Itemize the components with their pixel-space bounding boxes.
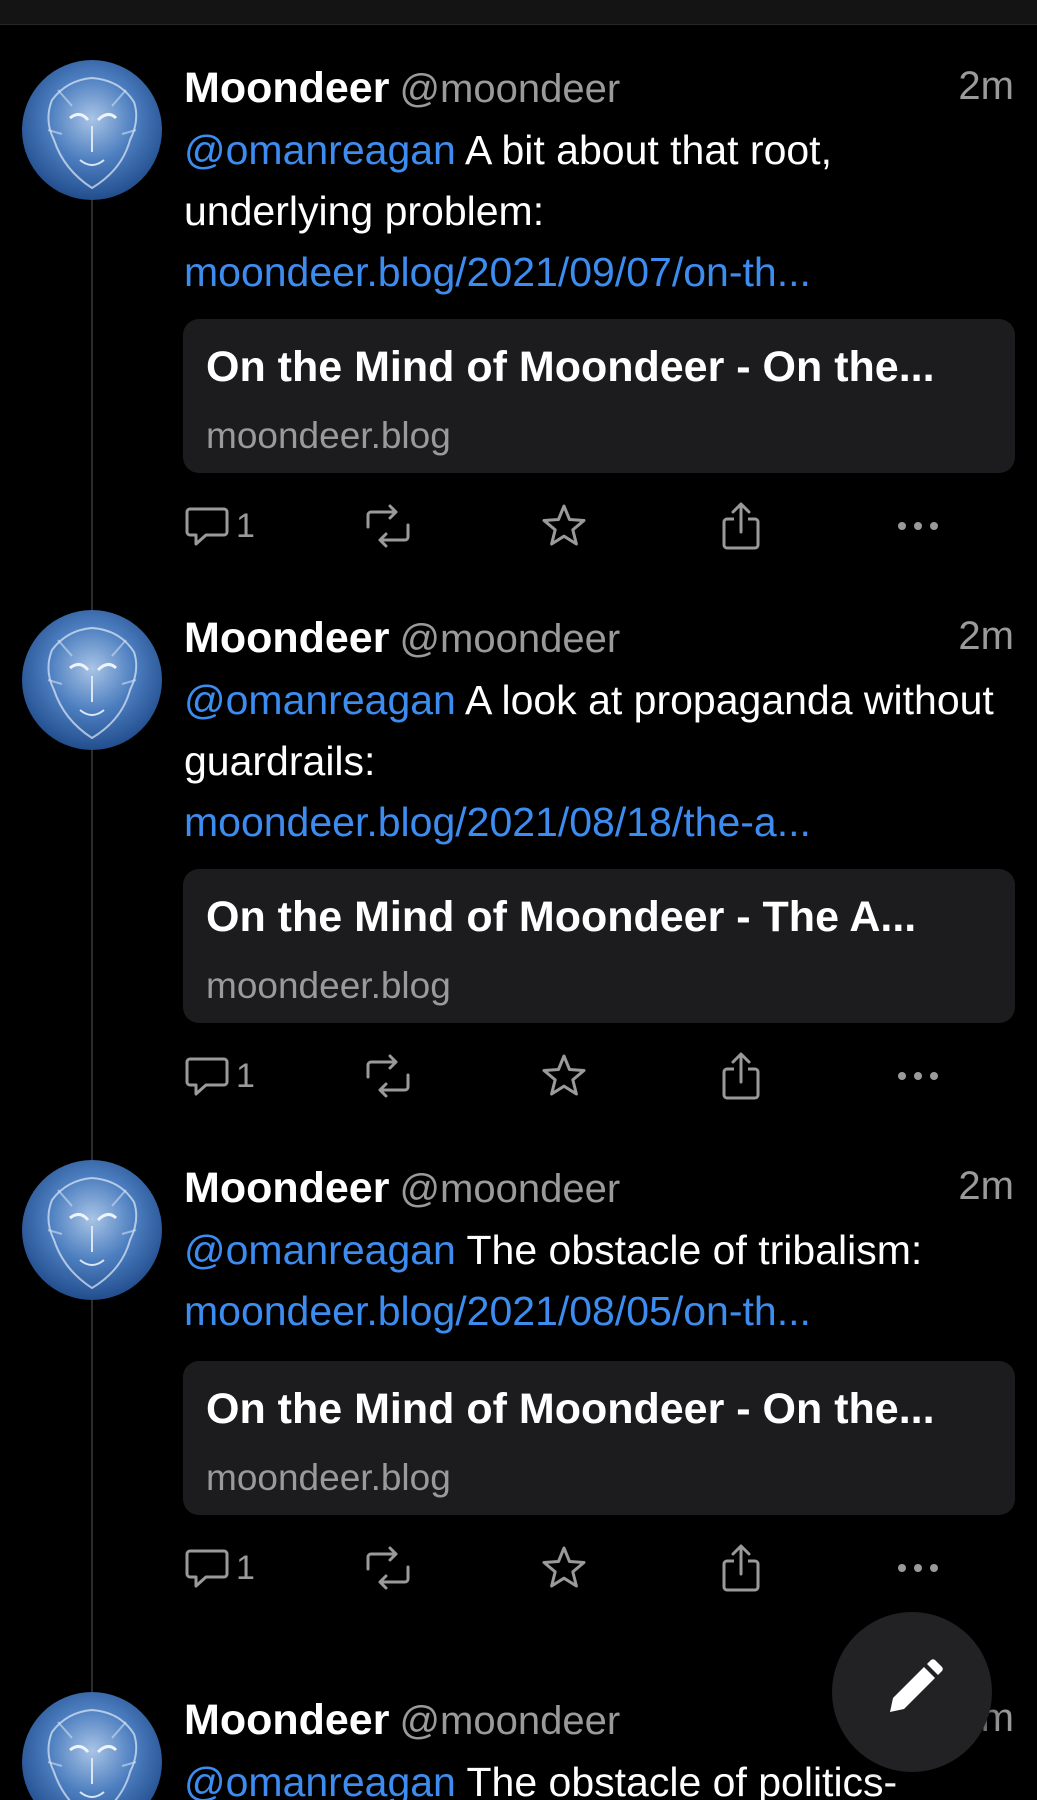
repeat-arrows-icon — [362, 1545, 414, 1591]
post-time: 2m — [958, 1164, 1014, 1208]
reply-count: 1 — [236, 1548, 255, 1587]
post-link[interactable]: moondeer.blog/2021/09/07/on-th... — [184, 242, 1014, 303]
avatar[interactable] — [22, 1160, 162, 1300]
speech-bubble-icon — [184, 1053, 230, 1099]
post-link[interactable]: moondeer.blog/2021/08/18/the-a... — [184, 792, 1014, 853]
more-button[interactable] — [895, 1538, 941, 1598]
link-card[interactable]: On the Mind of Moondeer - On the... moon… — [183, 1361, 1015, 1515]
boost-button[interactable] — [362, 1538, 414, 1598]
author-name[interactable]: Moondeer — [184, 1696, 389, 1744]
post-body: @omanreagan The obstacle of tribalism: m… — [184, 1220, 1014, 1342]
link-card-title: On the Mind of Moondeer - On the... — [206, 343, 935, 391]
post-link[interactable]: moondeer.blog/2021/08/05/on-th... — [184, 1281, 1014, 1342]
speech-bubble-icon — [184, 503, 230, 549]
post-header: Moondeer@moondeer 2m — [184, 64, 1014, 120]
boost-button[interactable] — [362, 1046, 414, 1106]
mention-link[interactable]: @omanreagan — [184, 1227, 456, 1273]
post-text: The obstacle of politics- — [455, 1759, 898, 1800]
share-button[interactable] — [718, 1538, 764, 1598]
favourite-button[interactable] — [540, 496, 588, 556]
speech-bubble-icon — [184, 1545, 230, 1591]
compose-button[interactable] — [832, 1612, 992, 1772]
link-card-title: On the Mind of Moondeer - The A... — [206, 893, 917, 941]
post-header: Moondeer@moondeer 2m — [184, 1164, 1014, 1220]
post[interactable]: Moondeer @moondeer 2m @omanreagan A look … — [0, 610, 1037, 1110]
ellipsis-icon — [895, 520, 941, 532]
post-time: 2m — [958, 614, 1014, 658]
more-button[interactable] — [895, 1046, 941, 1106]
author-name[interactable]: Moondeer — [184, 64, 389, 112]
reply-count: 1 — [236, 506, 255, 545]
repeat-arrows-icon — [362, 1053, 414, 1099]
avatar[interactable] — [22, 60, 162, 200]
post-header: Moondeer@moondeer 2m — [184, 614, 1014, 670]
share-icon — [718, 1543, 764, 1593]
ellipsis-icon — [895, 1562, 941, 1574]
post-body: @omanreagan A bit about that root, under… — [184, 120, 1014, 303]
reply-button[interactable]: 1 — [184, 1046, 255, 1106]
link-card-domain: moondeer.blog — [206, 1457, 451, 1498]
pencil-icon — [878, 1656, 946, 1729]
favourite-button[interactable] — [540, 1538, 588, 1598]
post-actions: 1 — [184, 1538, 1014, 1598]
top-bar — [0, 0, 1037, 25]
share-button[interactable] — [718, 496, 764, 556]
author-handle[interactable]: @moondeer — [399, 617, 620, 661]
post-actions: 1 — [184, 496, 1014, 556]
author-name[interactable]: Moondeer — [184, 614, 389, 662]
post-actions: 1 — [184, 1046, 1014, 1106]
link-card-domain: moondeer.blog — [206, 415, 451, 456]
avatar[interactable] — [22, 610, 162, 750]
ellipsis-icon — [895, 1070, 941, 1082]
post[interactable]: Moondeer@moondeer 2m @omanreagan The obs… — [0, 1160, 1037, 1610]
share-button[interactable] — [718, 1046, 764, 1106]
author-handle[interactable]: @moondeer — [399, 1699, 620, 1743]
mention-link[interactable]: @omanreagan — [184, 1759, 456, 1800]
reply-count: 1 — [236, 1056, 255, 1095]
share-icon — [718, 1051, 764, 1101]
favourite-button[interactable] — [540, 1046, 588, 1106]
avatar[interactable] — [22, 1692, 162, 1800]
boost-button[interactable] — [362, 496, 414, 556]
reply-button[interactable]: 1 — [184, 1538, 255, 1598]
reply-button[interactable]: 1 — [184, 496, 255, 556]
post-text: The obstacle of tribalism: — [455, 1227, 923, 1273]
share-icon — [718, 501, 764, 551]
link-card-title: On the Mind of Moondeer - On the... — [206, 1385, 935, 1433]
mention-link[interactable]: @omanreagan — [184, 127, 456, 173]
more-button[interactable] — [895, 496, 941, 556]
link-card-domain: moondeer.blog — [206, 965, 451, 1006]
post-time: 2m — [958, 64, 1014, 108]
author-handle[interactable]: @moondeer — [399, 67, 620, 111]
star-icon — [540, 502, 588, 550]
link-card[interactable]: On the Mind of Moondeer - On the... moon… — [183, 319, 1015, 473]
star-icon — [540, 1544, 588, 1592]
mention-link[interactable]: @omanreagan — [184, 677, 456, 723]
repeat-arrows-icon — [362, 503, 414, 549]
link-card[interactable]: On the Mind of Moondeer - The A... moond… — [183, 869, 1015, 1023]
author-name[interactable]: Moondeer — [184, 1164, 389, 1212]
post-body: @omanreagan A look at propaganda without… — [184, 670, 1014, 853]
author-handle[interactable]: @moondeer — [399, 1167, 620, 1211]
post[interactable]: Moondeer @moondeer 2m @omanreagan A bit a… — [0, 60, 1037, 560]
star-icon — [540, 1052, 588, 1100]
